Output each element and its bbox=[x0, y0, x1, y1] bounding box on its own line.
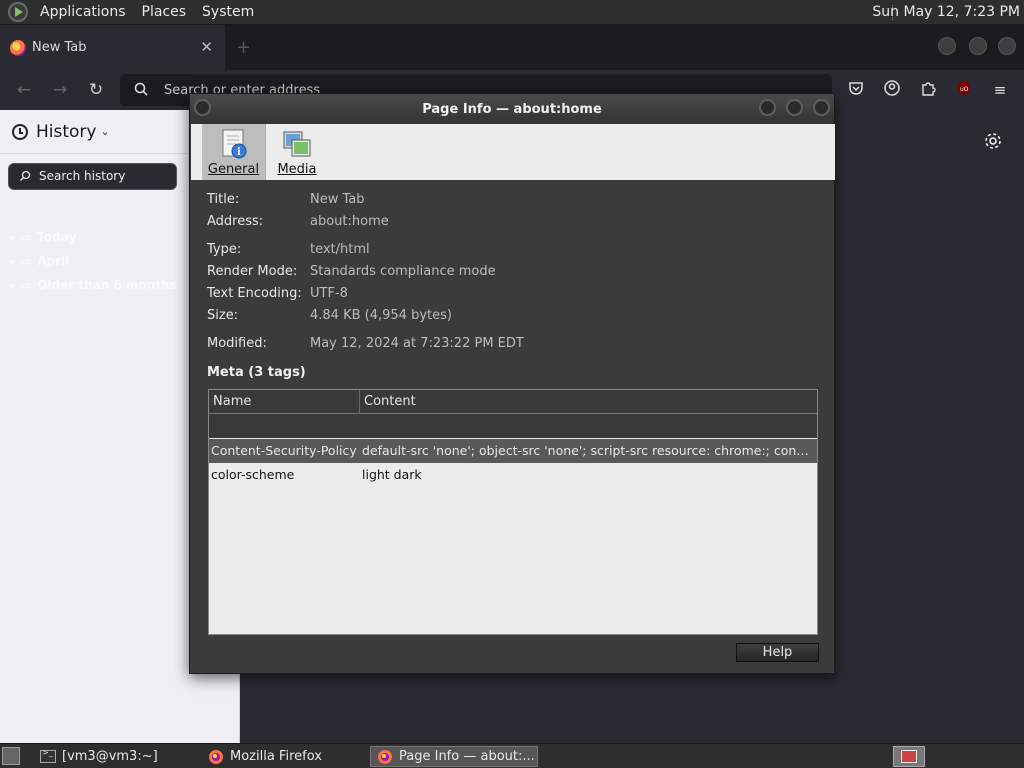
dialog-close-button[interactable] bbox=[813, 99, 830, 116]
menu-applications[interactable]: Applications bbox=[32, 0, 134, 25]
address-value: about:home bbox=[310, 214, 389, 229]
meta-section-title: Meta (3 tags) bbox=[207, 365, 306, 380]
modified-value: May 12, 2024 at 7:23:22 PM EDT bbox=[310, 336, 524, 351]
new-tab-button[interactable]: + bbox=[236, 37, 251, 58]
ublock-icon[interactable]: uO bbox=[954, 80, 974, 100]
maximize-window-button[interactable] bbox=[969, 37, 987, 55]
type-label: Type: bbox=[207, 242, 242, 257]
modified-label: Modified: bbox=[207, 336, 267, 351]
twisty-icon: ▸ ▭ bbox=[10, 254, 32, 268]
column-header-name[interactable]: Name bbox=[209, 390, 360, 414]
terminal-icon bbox=[40, 748, 56, 763]
title-label: Title: bbox=[207, 192, 240, 207]
general-info-icon: i bbox=[222, 129, 247, 159]
dialog-title: Page Info — about:home bbox=[422, 101, 602, 117]
firefox-icon bbox=[378, 749, 392, 764]
window-menu-button[interactable] bbox=[194, 99, 211, 116]
bottom-taskbar: [vm3@vm3:~] Mozilla Firefox Page Info — … bbox=[0, 743, 1024, 768]
tab-title: New Tab bbox=[32, 40, 87, 55]
column-header-content[interactable]: Content bbox=[360, 390, 817, 414]
dialog-titlebar[interactable]: Page Info — about:home bbox=[190, 94, 834, 124]
chevron-down-icon: ⌄ bbox=[100, 125, 110, 138]
minimize-window-button[interactable] bbox=[938, 37, 956, 55]
search-icon bbox=[134, 82, 148, 96]
workspace-switcher[interactable] bbox=[893, 746, 925, 767]
tab-media-label: Media bbox=[277, 162, 317, 177]
address-label: Address: bbox=[207, 214, 264, 229]
history-item-older[interactable]: ▸ ▭ Older than 6 months bbox=[10, 278, 177, 292]
svg-text:uO: uO bbox=[960, 86, 969, 93]
applications-logo-icon[interactable] bbox=[8, 2, 28, 22]
task-firefox-label: Mozilla Firefox bbox=[230, 749, 322, 764]
reload-icon[interactable]: ↻ bbox=[84, 78, 108, 102]
render-mode-value: Standards compliance mode bbox=[310, 264, 496, 279]
dialog-maximize-button[interactable] bbox=[786, 99, 803, 116]
help-button[interactable]: Help bbox=[736, 643, 819, 662]
hamburger-menu-icon[interactable]: ≡ bbox=[990, 80, 1010, 100]
task-terminal[interactable]: [vm3@vm3:~] bbox=[34, 746, 200, 767]
task-firefox[interactable]: Mozilla Firefox bbox=[202, 746, 368, 767]
firefox-icon bbox=[10, 39, 26, 56]
search-icon bbox=[20, 170, 31, 181]
history-search-input[interactable]: Search history bbox=[8, 163, 177, 190]
extensions-icon[interactable] bbox=[918, 80, 938, 100]
meta-tags-table[interactable]: Name Content Content-Security-Policy def… bbox=[208, 389, 818, 635]
type-value: text/html bbox=[310, 242, 370, 257]
meta-name-cell: Content-Security-Policy bbox=[211, 443, 357, 458]
history-item-april[interactable]: ▸ ▭ April bbox=[10, 254, 69, 268]
tab-close-icon[interactable]: ✕ bbox=[200, 38, 213, 56]
back-arrow-icon[interactable]: ← bbox=[12, 78, 36, 102]
tab-new-tab[interactable]: New Tab ✕ bbox=[0, 25, 225, 70]
task-page-info[interactable]: Page Info — about:... bbox=[370, 746, 538, 767]
text-encoding-label: Text Encoding: bbox=[207, 286, 302, 301]
show-desktop-button[interactable] bbox=[2, 747, 20, 765]
render-mode-label: Render Mode: bbox=[207, 264, 298, 279]
tab-strip: New Tab ✕ + bbox=[0, 25, 1024, 70]
task-terminal-label: [vm3@vm3:~] bbox=[62, 749, 158, 764]
history-search-placeholder: Search history bbox=[39, 169, 126, 183]
tab-media[interactable]: Media bbox=[265, 124, 329, 180]
title-value: New Tab bbox=[310, 192, 365, 207]
menu-places[interactable]: Places bbox=[134, 0, 195, 25]
sidebar-title: History bbox=[36, 121, 97, 142]
menu-system[interactable]: System bbox=[194, 0, 262, 25]
meta-content-cell: default-src 'none'; object-src 'none'; s… bbox=[362, 443, 814, 458]
task-page-info-label: Page Info — about:... bbox=[399, 749, 535, 764]
meta-content-cell: light dark bbox=[362, 467, 422, 482]
page-info-dialog: Page Info — about:home i General Media T… bbox=[189, 93, 835, 674]
dialog-minimize-button[interactable] bbox=[759, 99, 776, 116]
twisty-icon: ▸ ▭ bbox=[10, 278, 32, 292]
pocket-icon[interactable] bbox=[846, 80, 866, 100]
close-window-button[interactable] bbox=[998, 37, 1016, 55]
meta-name-cell: color-scheme bbox=[211, 467, 295, 482]
svg-text:i: i bbox=[237, 147, 241, 158]
account-icon[interactable] bbox=[882, 80, 902, 100]
top-panel: Applications Places System Sun May 12, 7… bbox=[0, 0, 1024, 25]
table-row[interactable]: color-scheme light dark bbox=[209, 463, 817, 487]
table-row[interactable] bbox=[209, 414, 817, 438]
firefox-icon bbox=[209, 749, 223, 764]
workspace-window-thumbnail bbox=[901, 750, 917, 763]
gear-icon[interactable] bbox=[984, 132, 1002, 150]
table-row[interactable]: Content-Security-Policy default-src 'non… bbox=[209, 439, 817, 463]
forward-arrow-icon[interactable]: → bbox=[48, 78, 72, 102]
size-value: 4.84 KB (4,954 bytes) bbox=[310, 308, 452, 323]
panel-clock[interactable]: Sun May 12, 7:23 PM bbox=[872, 0, 1020, 25]
media-icon bbox=[283, 131, 311, 157]
size-label: Size: bbox=[207, 308, 239, 323]
text-encoding-value: UTF-8 bbox=[310, 286, 348, 301]
meta-table-header: Name Content bbox=[209, 390, 817, 414]
dialog-tab-bar: i General Media bbox=[191, 124, 835, 180]
twisty-icon: ▸ ▭ bbox=[10, 230, 32, 244]
tab-general[interactable]: i General bbox=[202, 124, 266, 180]
history-item-today[interactable]: ▸ ▭ Today bbox=[10, 230, 76, 244]
tab-general-label: General bbox=[207, 162, 260, 177]
history-clock-icon bbox=[12, 123, 28, 140]
